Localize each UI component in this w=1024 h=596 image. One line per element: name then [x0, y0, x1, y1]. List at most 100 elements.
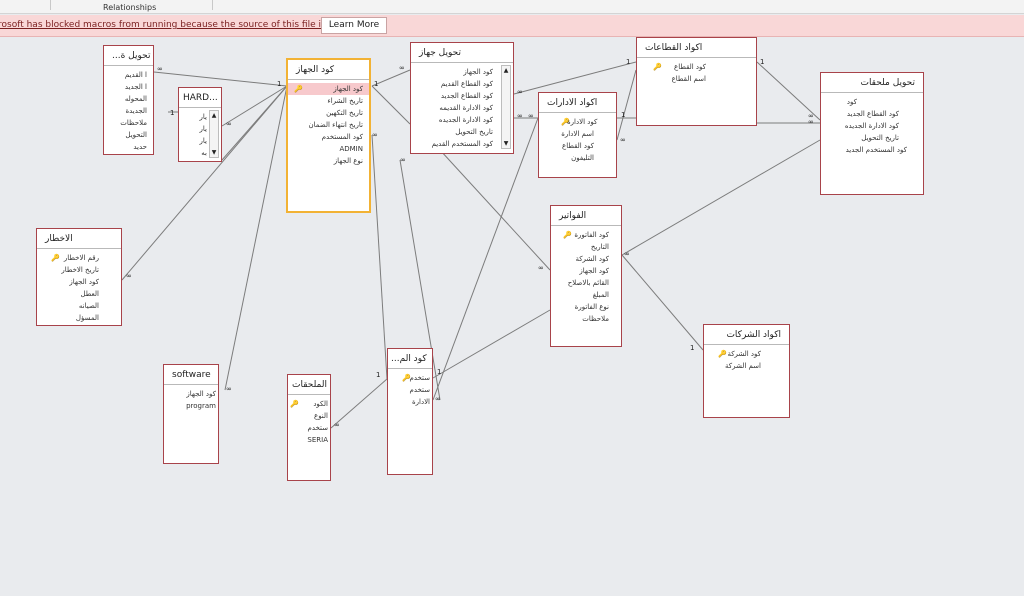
field-item[interactable]: المسؤل — [37, 312, 121, 324]
field-list[interactable]: يار يار يار به ▲ ▼ — [179, 108, 221, 159]
field-list[interactable]: ا القديم ا الجديد المحوله الجديدة ملاحظا… — [104, 66, 153, 153]
field-item[interactable]: اسم القطاع — [637, 73, 756, 85]
field-item[interactable]: يار — [179, 123, 209, 135]
field-item[interactable]: المبلغ — [551, 289, 621, 301]
field-item[interactable]: كود القطاع الجديد — [821, 108, 923, 120]
table-users[interactable]: ...كود الم 🔑 ستخدم ستخدم الادارة — [387, 348, 433, 475]
field-list[interactable]: 🔑 كود القطاع اسم القطاع — [637, 58, 756, 85]
field-item-primary-key[interactable]: 🔑 ستخدم — [388, 372, 432, 384]
table-companies[interactable]: اكواد الشركات 🔑 كود الشركة اسم الشركة — [703, 324, 790, 418]
field-item[interactable]: كود الجهاز — [37, 276, 121, 288]
table-sectors[interactable]: اكواد القطاعات 🔑 كود القطاع اسم القطاع — [636, 37, 757, 126]
field-item[interactable]: تاريخ الشراء — [288, 95, 369, 107]
field-item[interactable]: كود الادارة الجديده — [821, 120, 923, 132]
field-item[interactable]: الادارة — [388, 396, 432, 408]
field-item[interactable]: الصيانه — [37, 300, 121, 312]
table-title[interactable]: تحويل جهاز — [411, 43, 513, 63]
field-item[interactable]: تاريخ التحويل — [411, 126, 499, 138]
field-item[interactable]: ا القديم — [104, 69, 153, 81]
field-item[interactable]: كود الشركة — [551, 253, 621, 265]
field-item[interactable]: تاريخ التحويل — [821, 132, 923, 144]
field-list[interactable]: كود الجهاز كود القطاع القديم كود القطاع … — [411, 63, 513, 150]
field-item[interactable]: التليفون — [539, 152, 616, 164]
field-item[interactable]: كود المستخدم الجديد — [821, 144, 923, 156]
table-title[interactable]: ...تحويل ة — [104, 46, 153, 66]
field-item[interactable]: ستخدم — [388, 384, 432, 396]
table-title[interactable]: كود الجهاز — [288, 60, 369, 80]
field-item[interactable]: العطل — [37, 288, 121, 300]
table-device-transfer[interactable]: تحويل جهاز كود الجهاز كود القطاع القديم … — [410, 42, 514, 154]
field-item[interactable]: يار — [179, 111, 209, 123]
field-item[interactable]: كود المستخدم — [288, 131, 369, 143]
field-list[interactable]: 🔑 كود الادارة اسم الادارة كود القطاع التل… — [539, 113, 616, 164]
field-item[interactable]: كود الجهاز — [411, 66, 499, 78]
field-item[interactable]: كود القطاع الجديد — [411, 90, 499, 102]
field-list[interactable]: كود كود القطاع الجديد كود الادارة الجديد… — [821, 93, 923, 156]
table-title[interactable]: اكواد الادارات — [539, 93, 616, 113]
vertical-scrollbar[interactable]: ▲ ▼ — [209, 110, 219, 158]
vertical-scrollbar[interactable]: ▲ ▼ — [501, 65, 511, 149]
field-item[interactable]: كود القطاع — [539, 140, 616, 152]
field-item[interactable]: كود الادارة القديمه — [411, 102, 499, 114]
field-list[interactable]: 🔑 رقم الاخطار تاريخ الاخطار كود الجهاز ال… — [37, 249, 121, 324]
learn-more-button[interactable]: Learn More — [321, 17, 387, 34]
field-item[interactable]: نوع الفاتورة — [551, 301, 621, 313]
field-item[interactable]: به — [179, 147, 209, 159]
scroll-up-icon[interactable]: ▲ — [210, 111, 218, 120]
field-item[interactable]: SERIA — [288, 434, 330, 446]
field-item[interactable]: المحوله — [104, 93, 153, 105]
table-title[interactable]: الملحقات — [288, 375, 330, 395]
table-title[interactable]: تحويل ملحقات — [821, 73, 923, 93]
scroll-down-icon[interactable]: ▼ — [210, 148, 218, 157]
field-item[interactable]: كود الجهاز — [164, 388, 218, 400]
field-item-primary-key[interactable]: 🔑 رقم الاخطار — [37, 252, 121, 264]
field-item[interactable]: ا الجديد — [104, 81, 153, 93]
field-item[interactable]: حديد — [104, 141, 153, 153]
table-title[interactable]: software — [164, 365, 218, 385]
field-item[interactable]: ستخدم — [288, 422, 330, 434]
field-item[interactable]: التاريخ — [551, 241, 621, 253]
field-item[interactable]: program — [164, 400, 218, 412]
field-item-primary-key[interactable]: 🔑 الكود — [288, 398, 330, 410]
field-list[interactable]: 🔑 الكود النوع ستخدم SERIA — [288, 395, 330, 446]
table-accessory-transfer[interactable]: تحويل ملحقات كود كود القطاع الجديد كود ا… — [820, 72, 924, 195]
field-item[interactable]: اسم الشركة — [704, 360, 789, 372]
field-item[interactable]: نوع الجهاز — [288, 155, 369, 167]
field-item[interactable]: تاريخ التكهين — [288, 107, 369, 119]
field-item-primary-key[interactable]: 🔑 كود القطاع — [637, 61, 756, 73]
field-item-primary-key[interactable]: 🔑 كود الفاتورة — [551, 229, 621, 241]
field-item-primary-key[interactable]: 🔑 كود الجهاز — [288, 83, 369, 95]
field-item[interactable]: ملاحظات — [551, 313, 621, 325]
table-departments[interactable]: اكواد الادارات 🔑 كود الادارة اسم الادارة … — [538, 92, 617, 178]
scroll-up-icon[interactable]: ▲ — [502, 66, 510, 75]
table-title[interactable]: ...كود الم — [388, 349, 432, 369]
table-transfer-small[interactable]: ...تحويل ة ا القديم ا الجديد المحوله الج… — [103, 45, 154, 155]
field-item[interactable]: القائم بالاصلاح — [551, 277, 621, 289]
table-hazards[interactable]: الاخطار 🔑 رقم الاخطار تاريخ الاخطار كود ا… — [36, 228, 122, 326]
scroll-down-icon[interactable]: ▼ — [502, 139, 510, 148]
field-item-primary-key[interactable]: 🔑 كود الشركة — [704, 348, 789, 360]
table-invoices[interactable]: الفواتير 🔑 كود الفاتورة التاريخ كود الشرك… — [550, 205, 622, 347]
field-item[interactable]: كود — [821, 96, 923, 108]
table-title[interactable]: الاخطار — [37, 229, 121, 249]
field-item[interactable]: ملاحظات — [104, 117, 153, 129]
field-item-primary-key[interactable]: 🔑 كود الادارة — [539, 116, 616, 128]
field-item[interactable]: كود القطاع القديم — [411, 78, 499, 90]
field-item[interactable]: تاريخ الاخطار — [37, 264, 121, 276]
field-item[interactable]: كود الادارة الجديده — [411, 114, 499, 126]
table-software[interactable]: software كود الجهاز program — [163, 364, 219, 464]
field-list[interactable]: 🔑 كود الجهاز تاريخ الشراء تاريخ التكهين ت… — [288, 80, 369, 167]
field-list[interactable]: 🔑 كود الفاتورة التاريخ كود الشركة كود الج… — [551, 226, 621, 325]
field-item[interactable]: ADMIN — [288, 143, 369, 155]
table-title[interactable]: الفواتير — [551, 206, 621, 226]
table-hardware[interactable]: HARD... يار يار يار به ▲ ▼ — [178, 87, 222, 162]
field-item[interactable]: كود المستخدم القديم — [411, 138, 499, 150]
table-devices[interactable]: كود الجهاز 🔑 كود الجهاز تاريخ الشراء تاري… — [286, 58, 371, 213]
field-item[interactable]: اسم الادارة — [539, 128, 616, 140]
table-title[interactable]: HARD... — [179, 88, 221, 108]
field-list[interactable]: 🔑 ستخدم ستخدم الادارة — [388, 369, 432, 408]
field-item[interactable]: يار — [179, 135, 209, 147]
field-item[interactable]: كود الجهاز — [551, 265, 621, 277]
field-item[interactable]: التحويل — [104, 129, 153, 141]
field-list[interactable]: كود الجهاز program — [164, 385, 218, 412]
